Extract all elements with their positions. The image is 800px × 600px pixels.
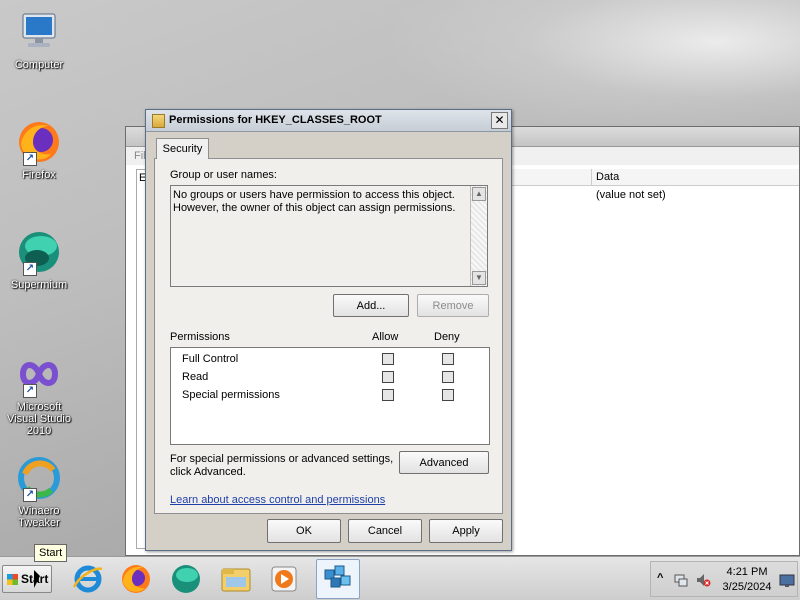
mouse-cursor-icon: [34, 570, 40, 588]
regedit-icon: [324, 565, 351, 588]
firefox-icon: ↗: [15, 118, 63, 166]
column-data-header[interactable]: Data: [591, 169, 800, 186]
start-tooltip: Start: [34, 544, 68, 562]
remove-button[interactable]: Remove: [417, 294, 489, 317]
desktop-icon-label: Winaero Tweaker: [18, 505, 60, 529]
clock-date: 3/25/2024: [722, 581, 772, 593]
allow-full-control-checkbox[interactable]: [382, 353, 394, 365]
help-link[interactable]: Learn about access control and permissio…: [170, 494, 385, 506]
desktop-icon-firefox[interactable]: ↗ Firefox: [4, 118, 74, 181]
desktop-icon-label: Computer: [14, 59, 64, 71]
desktop-icon-label: Supermium: [10, 279, 68, 291]
advanced-hint: For special permissions or advanced sett…: [170, 453, 393, 479]
menu-file[interactable]: Fil: [134, 150, 146, 162]
permission-label-special: Special permissions: [182, 389, 280, 401]
value-data-cell: (value not set): [596, 189, 666, 201]
deny-read-checkbox[interactable]: [442, 371, 454, 383]
shortcut-arrow-icon: ↗: [23, 488, 37, 502]
clock-time: 4:21 PM: [726, 566, 768, 578]
taskbar-media-player[interactable]: [266, 561, 302, 597]
supermium-icon: [172, 565, 200, 593]
allow-special-checkbox[interactable]: [382, 389, 394, 401]
firefox-icon: [122, 565, 150, 593]
shortcut-arrow-icon: ↗: [23, 262, 37, 276]
network-icon[interactable]: [673, 572, 689, 588]
shortcut-arrow-icon: ↗: [23, 152, 37, 166]
file-explorer-icon: [221, 568, 251, 592]
supermium-icon: ↗: [15, 228, 63, 276]
group-list-scrollbar[interactable]: ▲ ▼: [470, 186, 487, 286]
dialog-titlebar[interactable]: Permissions for HKEY_CLASSES_ROOT ✕: [146, 110, 511, 132]
desktop-icon-winaero[interactable]: ↗ Winaero Tweaker: [4, 454, 74, 529]
scroll-down-icon[interactable]: ▼: [472, 271, 486, 285]
deny-special-checkbox[interactable]: [442, 389, 454, 401]
show-desktop-icon[interactable]: [779, 574, 795, 588]
permission-label-full-control: Full Control: [182, 353, 239, 365]
allow-header: Allow: [372, 331, 399, 343]
volume-muted-icon[interactable]: [695, 572, 711, 588]
desktop-icon-computer[interactable]: Computer: [4, 8, 74, 71]
add-button[interactable]: Add...: [333, 294, 409, 317]
security-tab-panel: Group or user names: No groups or users …: [154, 158, 503, 514]
shortcut-arrow-icon: ↗: [23, 384, 37, 398]
taskbar-supermium[interactable]: [168, 561, 204, 597]
tray-expand-button[interactable]: ^: [657, 572, 663, 584]
desktop-icon-visual-studio[interactable]: ↗ Microsoft Visual Studio 2010: [4, 350, 74, 437]
taskbar-internet-explorer[interactable]: [70, 561, 106, 597]
permission-label-read: Read: [182, 371, 209, 383]
advanced-hint-line: For special permissions or advanced sett…: [170, 453, 394, 465]
taskbar-regedit[interactable]: [316, 559, 360, 599]
registry-folder-icon: [152, 114, 165, 128]
group-names-list[interactable]: No groups or users have permission to ac…: [170, 185, 488, 287]
media-player-icon: [271, 566, 297, 592]
ok-button[interactable]: OK: [267, 519, 341, 543]
close-button[interactable]: ✕: [491, 112, 508, 129]
visual-studio-icon: ↗: [15, 350, 63, 398]
dialog-title: Permissions for HKEY_CLASSES_ROOT: [169, 114, 382, 126]
allow-read-checkbox[interactable]: [382, 371, 394, 383]
permissions-list: Full Control Read Special permissions: [170, 347, 490, 445]
tab-security[interactable]: Security: [156, 138, 209, 159]
system-tray: ^ 4:21 PM 3/25/2024: [650, 561, 798, 597]
desktop-icon-label: Firefox: [22, 169, 56, 181]
taskbar-firefox[interactable]: [118, 561, 154, 597]
taskbar: Start ^ 4:21 PM 3/25/2024: [0, 556, 800, 600]
group-names-label: Group or user names:: [170, 169, 277, 181]
advanced-button[interactable]: Advanced: [399, 451, 489, 474]
permissions-dialog: Permissions for HKEY_CLASSES_ROOT ✕ Secu…: [145, 109, 512, 551]
desktop-icon-label: Microsoft Visual Studio 2010: [6, 401, 71, 437]
apply-button[interactable]: Apply: [429, 519, 503, 543]
cancel-button[interactable]: Cancel: [348, 519, 422, 543]
internet-explorer-icon: [72, 565, 103, 593]
winaero-tweaker-icon: ↗: [15, 454, 63, 502]
advanced-hint-line: click Advanced.: [170, 466, 246, 478]
clock[interactable]: 4:21 PM 3/25/2024: [719, 565, 775, 595]
deny-full-control-checkbox[interactable]: [442, 353, 454, 365]
taskbar-file-explorer[interactable]: [218, 561, 254, 597]
computer-icon: [15, 8, 63, 56]
windows-logo-icon: [7, 574, 18, 585]
group-message-line: However, the owner of this object can as…: [173, 202, 456, 214]
permissions-header: Permissions: [170, 331, 230, 343]
start-button[interactable]: Start: [2, 565, 52, 593]
deny-header: Deny: [434, 331, 460, 343]
scroll-up-icon[interactable]: ▲: [472, 187, 486, 201]
group-message-line: No groups or users have permission to ac…: [173, 189, 455, 201]
desktop-icon-supermium[interactable]: ↗ Supermium: [4, 228, 74, 291]
